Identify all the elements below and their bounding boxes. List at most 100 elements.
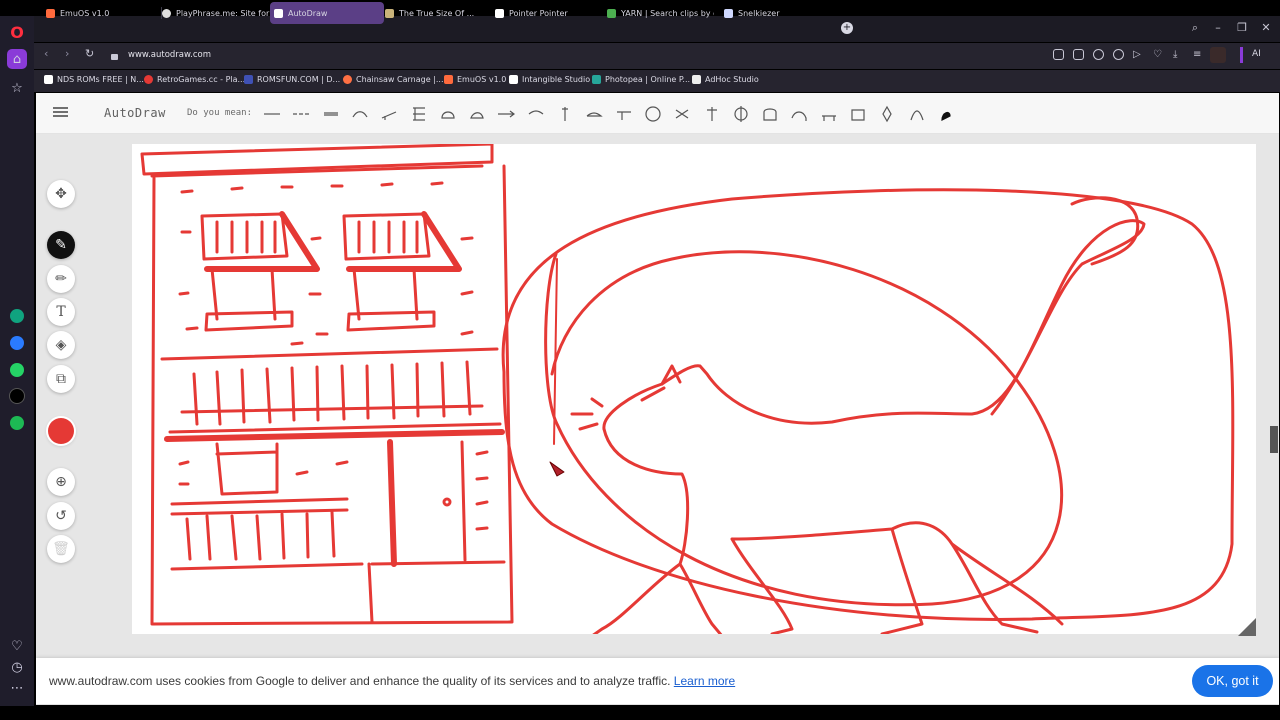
suggestion-thumbnail[interactable]: [819, 104, 839, 124]
pen-cursor-icon: [549, 461, 565, 477]
url-text: www.autodraw.com: [128, 50, 212, 60]
bookmark-label: AdHoc Studio: [705, 75, 759, 84]
shield-icon[interactable]: [1093, 49, 1104, 60]
autodraw-tool-button[interactable]: ✎: [47, 231, 75, 259]
suggestion-thumbnail[interactable]: [936, 104, 956, 124]
profile-avatar[interactable]: [1210, 47, 1226, 63]
bookmark-label: EmuOS v1.0: [457, 75, 507, 84]
close-icon[interactable]: ✕: [1258, 21, 1274, 34]
cookie-message: www.autodraw.com uses cookies from Googl…: [49, 674, 735, 688]
suggestion-thumbnail[interactable]: [643, 104, 663, 124]
page-scrollbar[interactable]: [1270, 426, 1278, 453]
suggestion-thumbnail[interactable]: [262, 104, 282, 124]
whatsapp-icon[interactable]: [7, 360, 27, 380]
suggestion-thumbnail[interactable]: [760, 104, 780, 124]
reload-icon[interactable]: ↻: [85, 47, 94, 60]
bookmark-retrogames[interactable]: RetroGames.cc - Pla...: [144, 75, 245, 84]
suggestion-thumbnail[interactable]: [907, 104, 927, 124]
opera-sidebar: O ⌂ ☆ ♡ ◷ ⋯: [0, 16, 34, 706]
suggestion-thumbnail[interactable]: [350, 104, 370, 124]
camera-icon[interactable]: [1073, 49, 1084, 60]
learn-more-link[interactable]: Learn more: [674, 674, 735, 688]
tab-favicon-icon: [274, 8, 283, 18]
bookmark-nds-roms[interactable]: NDS ROMs FREE | N...: [44, 75, 144, 84]
bookmark-photopea[interactable]: Photopea | Online P...: [592, 75, 690, 84]
cat-drawing: [501, 188, 1235, 634]
suggestion-thumbnail[interactable]: [496, 104, 516, 124]
suggestion-thumbnail[interactable]: [584, 104, 604, 124]
type-tool-button[interactable]: T: [47, 298, 75, 326]
more-icon[interactable]: ⋯: [7, 678, 27, 698]
maximize-icon[interactable]: ❐: [1234, 21, 1250, 34]
tab-true-size[interactable]: The True Size Of ...: [383, 2, 491, 24]
suggestion-thumbnail[interactable]: [379, 104, 399, 124]
suggestion-thumbnail[interactable]: [409, 104, 429, 124]
suggestion-thumbnail[interactable]: [555, 104, 575, 124]
suggestions-label: Do you mean:: [187, 108, 253, 118]
tab-pointer-pointer[interactable]: Pointer Pointer: [495, 2, 601, 24]
draw-tool-button[interactable]: ✏: [47, 265, 75, 293]
hamburger-menu-icon[interactable]: [53, 107, 68, 109]
messenger-icon[interactable]: [7, 333, 27, 353]
bookmark-favicon-icon: [144, 75, 153, 84]
suggestion-thumbnail[interactable]: [672, 104, 692, 124]
new-tab-button[interactable]: +: [841, 22, 853, 34]
app-title: AutoDraw: [104, 106, 166, 120]
building-drawing: [140, 144, 514, 626]
shape-tool-button[interactable]: ⧉: [47, 365, 75, 393]
url-bar[interactable]: www.autodraw.com: [104, 46, 1234, 66]
tiktok-icon[interactable]: [7, 386, 27, 406]
fill-tool-button[interactable]: ◈: [47, 331, 75, 359]
bookmark-emuos[interactable]: EmuOS v1.0: [444, 75, 506, 84]
suggestion-thumbnail[interactable]: [614, 104, 634, 124]
tab-emuos[interactable]: EmuOS v1.0: [40, 2, 162, 24]
bookmark-adhoc-studio[interactable]: AdHoc Studio: [692, 75, 759, 84]
bookmark-romsfun[interactable]: ROMSFUN.COM | D...: [244, 75, 340, 84]
bookmark-label: Photopea | Online P...: [605, 75, 691, 84]
aria-ai-button[interactable]: AI: [1252, 49, 1261, 59]
zoom-button[interactable]: ⊕: [47, 468, 75, 496]
bookmark-chainsaw-carnage[interactable]: Chainsaw Carnage |...: [343, 75, 443, 84]
tab-favicon-icon: [162, 8, 171, 18]
tab-search-icon[interactable]: ⌕: [1187, 21, 1203, 35]
play-icon[interactable]: ▷: [1133, 49, 1144, 60]
tab-playphrase[interactable]: PlayPhrase.me: Site for cin: [158, 2, 272, 24]
history-icon[interactable]: ◷: [7, 657, 27, 677]
suggestion-thumbnail[interactable]: [467, 104, 487, 124]
edit-icon[interactable]: [1053, 49, 1064, 60]
suggestion-thumbnail[interactable]: [702, 104, 722, 124]
star-icon[interactable]: ☆: [7, 78, 27, 98]
suggestion-thumbnail[interactable]: [321, 104, 341, 124]
vpn-icon[interactable]: [1113, 49, 1124, 60]
minimize-icon[interactable]: –: [1210, 21, 1226, 34]
cookie-text: www.autodraw.com uses cookies from Googl…: [49, 674, 671, 688]
tab-label: YARN | Search clips by qu: [621, 8, 714, 18]
suggestion-thumbnail[interactable]: [848, 104, 868, 124]
opera-logo-icon[interactable]: O: [7, 22, 27, 42]
download-icon[interactable]: ⤓: [1173, 49, 1184, 60]
canvas-resize-handle-icon[interactable]: [1238, 618, 1256, 636]
color-picker-button[interactable]: [48, 418, 74, 444]
back-icon[interactable]: ‹: [44, 47, 48, 60]
suggestion-thumbnail[interactable]: [877, 104, 897, 124]
delete-button[interactable]: 🗑: [47, 535, 75, 563]
forward-icon[interactable]: ›: [65, 47, 69, 60]
bookmark-intangible-studio[interactable]: Intangible Studio: [509, 75, 590, 84]
menu-list-icon[interactable]: ≡: [1193, 49, 1204, 60]
tab-yarn[interactable]: YARN | Search clips by qu: [607, 2, 714, 24]
suggestion-thumbnail[interactable]: [731, 104, 751, 124]
tab-autodraw[interactable]: AutoDraw: [270, 2, 384, 24]
suggestion-thumbnail[interactable]: [291, 104, 311, 124]
suggestion-thumbnail[interactable]: [789, 104, 809, 124]
heart-outline-icon[interactable]: ♡: [1153, 49, 1164, 60]
undo-button[interactable]: ↺: [47, 502, 75, 530]
chatgpt-icon[interactable]: [7, 306, 27, 326]
tab-snelkiezer[interactable]: Snelkiezer: [724, 2, 824, 24]
suggestion-thumbnail[interactable]: [526, 104, 546, 124]
home-icon[interactable]: ⌂: [7, 49, 27, 69]
ok-got-it-button[interactable]: OK, got it: [1192, 665, 1273, 697]
heart-icon[interactable]: ♡: [7, 636, 27, 656]
suggestion-thumbnail[interactable]: [438, 104, 458, 124]
spotify-icon[interactable]: [7, 413, 27, 433]
select-move-button[interactable]: ✥: [47, 180, 75, 208]
